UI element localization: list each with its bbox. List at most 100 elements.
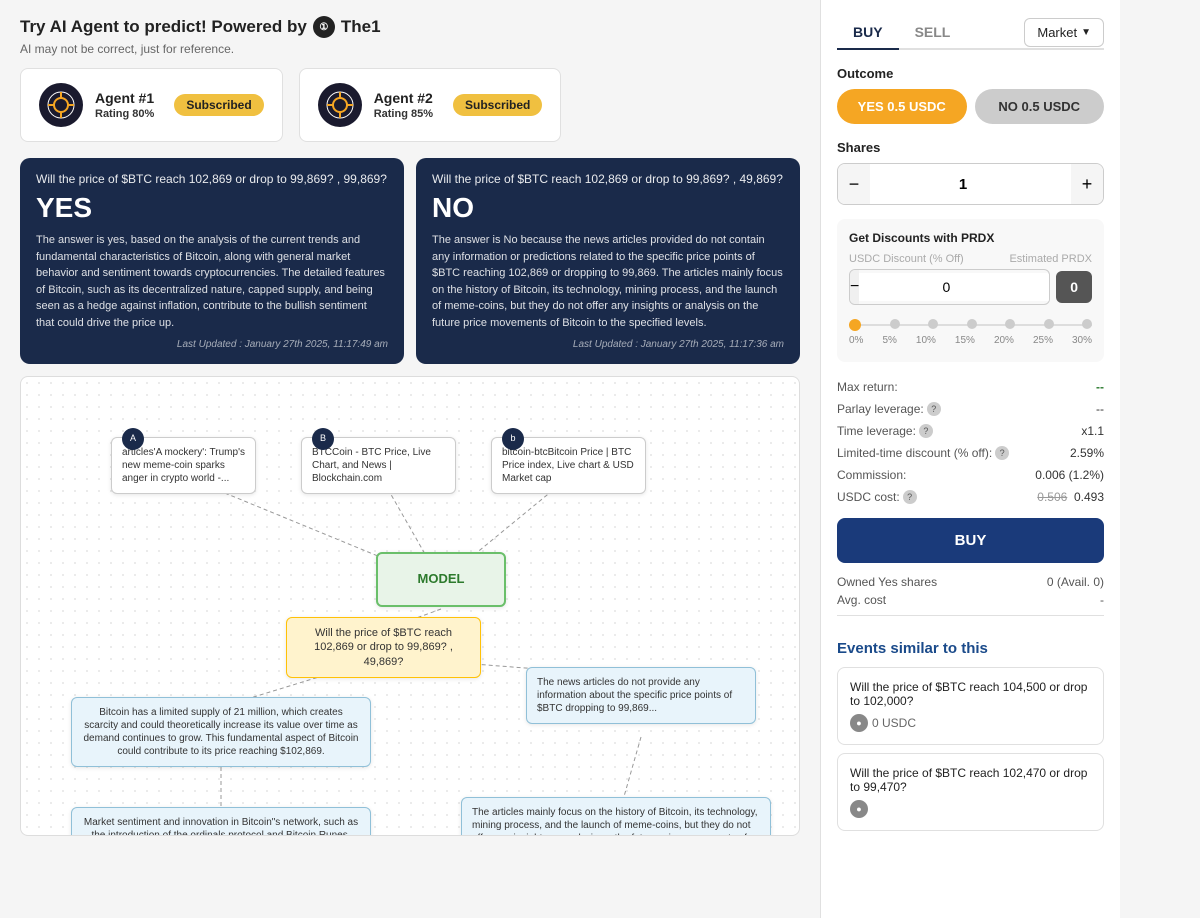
shares-decrease-button[interactable]: − [838,164,870,204]
agent-2-name: Agent #2 [374,90,433,106]
discount-section: Get Discounts with PRDX USDC Discount (%… [837,219,1104,362]
usdc-cost-label: USDC cost: ? [837,490,917,504]
yes-card-updated: Last Updated : January 27th 2025, 11:17:… [36,339,388,350]
no-answer-card: Will the price of $BTC reach 102,869 or … [416,158,800,364]
yes-card-body: The answer is yes, based on the analysis… [36,232,388,331]
bitcoin-btc-node-icon: b [502,428,524,450]
agent-card-2[interactable]: Agent #2 Rating 85% Subscribed [299,68,562,142]
slider-25pct[interactable] [1044,319,1054,329]
agent-card-1[interactable]: Agent #1 Rating 80% Subscribed [20,68,283,142]
time-leverage-info-icon[interactable]: ? [919,424,933,438]
no-card-verdict: NO [432,192,784,224]
discount-pct-symbol: % [1048,274,1050,301]
limited-time-discount-value: 2.59% [1070,446,1104,460]
commission-label: Commission: [837,468,906,482]
sidebar: BUY SELL Market ▼ Outcome YES 0.5 USDC N… [820,0,1120,918]
usdc-cost-final: 0.493 [1074,490,1104,504]
parlay-info-icon[interactable]: ? [927,402,941,416]
agent-1-rating: Rating 80% [95,108,154,120]
limited-time-discount-row: Limited-time discount (% off): ? 2.59% [837,442,1104,464]
diagram-node-question: Will the price of $BTC reach 102,869 or … [286,617,481,678]
usdc-cost-info-icon[interactable]: ? [903,490,917,504]
avg-cost-row: Avg. cost - [837,593,1104,607]
agent-1-subscribed-badge: Subscribed [174,94,263,116]
no-outcome-button[interactable]: NO 0.5 USDC [975,89,1105,124]
stats-section: Max return: -- Parlay leverage: ? -- Tim… [837,376,1104,508]
slider-30pct[interactable] [1082,319,1092,329]
slider-15pct[interactable] [967,319,977,329]
event-card-0[interactable]: Will the price of $BTC reach 104,500 or … [837,667,1104,745]
brand-name: The1 [341,17,381,37]
discount-decrease-button[interactable]: − [850,270,859,304]
shares-label: Shares [837,140,1104,155]
max-return-row: Max return: -- [837,376,1104,398]
slider-0pct[interactable] [849,319,861,331]
outcome-label: Outcome [837,66,1104,81]
max-return-label: Max return: [837,380,898,394]
time-leverage-value: x1.1 [1081,424,1104,438]
sidebar-tabs: BUY SELL Market ▼ [837,16,1104,50]
slider-20pct[interactable] [1005,319,1015,329]
events-similar-section: Events similar to this Will the price of… [837,640,1104,831]
ltd-info-icon[interactable]: ? [995,446,1009,460]
agent-2-subscribed-badge: Subscribed [453,94,542,116]
answer-cards-row: Will the price of $BTC reach 102,869 or … [20,158,800,364]
yes-card-question: Will the price of $BTC reach 102,869 or … [36,172,388,186]
discount-input-row: − % + 0 [849,269,1092,305]
diagram-node-bitcoin-supply: Bitcoin has a limited supply of 21 milli… [71,697,371,767]
event-card-1[interactable]: Will the price of $BTC reach 102,470 or … [837,753,1104,831]
time-leverage-label: Time leverage: ? [837,424,933,438]
parlay-leverage-row: Parlay leverage: ? -- [837,398,1104,420]
events-similar-title: Events similar to this [837,640,1104,657]
event-card-0-text: Will the price of $BTC reach 104,500 or … [850,680,1091,708]
shares-increase-button[interactable]: + [1071,164,1103,204]
usdc-cost-strikethrough: 0.506 [1037,490,1067,504]
tab-sell[interactable]: SELL [899,16,967,50]
event-card-0-usdc: ● 0 USDC [850,714,1091,732]
pct-label-25: 25% [1033,335,1053,346]
slider-5pct[interactable] [890,319,900,329]
tab-buy[interactable]: BUY [837,16,899,50]
diagram-node-news-articles: The news articles do not provide any inf… [526,667,756,724]
no-card-question: Will the price of $BTC reach 102,869 or … [432,172,784,186]
usdc-cost-value: 0.506 0.493 [1037,490,1104,504]
owned-shares-label: Owned Yes shares [837,575,937,589]
market-dropdown[interactable]: Market ▼ [1024,18,1104,47]
outcome-buttons: YES 0.5 USDC NO 0.5 USDC [837,89,1104,124]
coin-icon-0: ● [850,714,868,732]
usdc-discount-col-label: USDC Discount (% Off) [849,253,964,265]
pct-label-10: 10% [916,335,936,346]
parlay-leverage-label: Parlay leverage: ? [837,402,941,416]
yes-outcome-button[interactable]: YES 0.5 USDC [837,89,967,124]
agent-avatar-1 [39,83,83,127]
estimated-prdx-value: 0 [1056,271,1092,303]
yes-answer-card: Will the price of $BTC reach 102,869 or … [20,158,404,364]
slider-10pct[interactable] [928,319,938,329]
chevron-down-icon: ▼ [1081,27,1091,38]
discount-input-box: − % + [849,269,1050,305]
buy-button[interactable]: BUY [837,518,1104,563]
avg-cost-label: Avg. cost [837,593,886,607]
pct-label-5: 5% [882,335,896,346]
event-card-1-usdc: ● [850,800,1091,818]
owned-shares-row: Owned Yes shares 0 (Avail. 0) [837,575,1104,589]
usdc-cost-row: USDC cost: ? 0.506 0.493 [837,486,1104,508]
pct-label-15: 15% [955,335,975,346]
agent-avatar-2 [318,83,362,127]
event-card-1-text: Will the price of $BTC reach 102,470 or … [850,766,1091,794]
pct-label-30: 30% [1072,335,1092,346]
divider [837,615,1104,616]
diagram-node-model: MODEL [376,552,506,607]
diagram-node-btccoin: B BTCCoin - BTC Price, Live Chart, and N… [301,437,456,494]
pct-label-0: 0% [849,335,863,346]
avg-cost-value: - [1100,593,1104,607]
market-dropdown-label: Market [1037,25,1077,40]
time-leverage-row: Time leverage: ? x1.1 [837,420,1104,442]
yes-card-verdict: YES [36,192,388,224]
shares-input[interactable] [870,176,1071,193]
agent-2-rating: Rating 85% [374,108,433,120]
discount-value-input[interactable] [859,273,1048,301]
max-return-value: -- [1096,380,1104,394]
limited-time-discount-label: Limited-time discount (% off): ? [837,446,1009,460]
header-subtitle: AI may not be correct, just for referenc… [20,42,800,56]
